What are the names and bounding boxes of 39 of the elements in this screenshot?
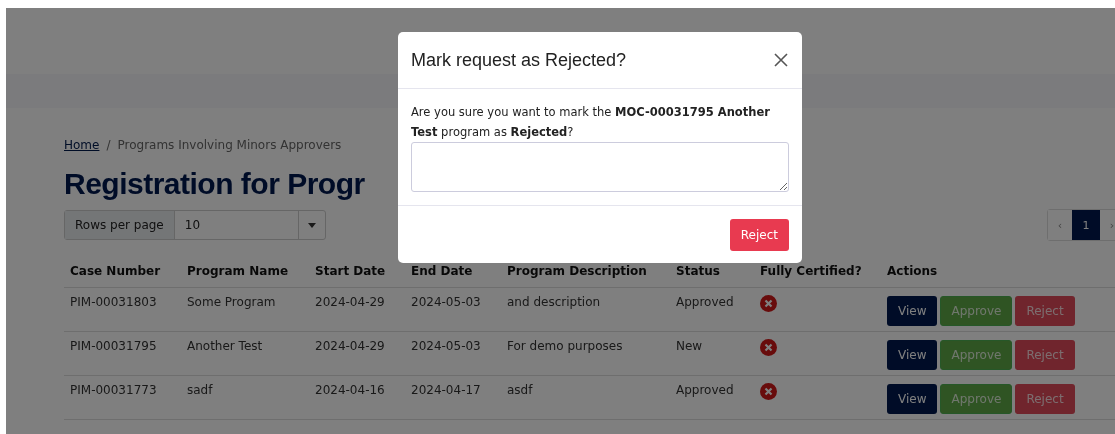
reject-button[interactable]: Reject — [729, 219, 789, 251]
table-cell: Another Test — [187, 339, 263, 353]
table-cell: sadf — [187, 383, 213, 397]
close-button[interactable] — [772, 51, 790, 69]
table-cell: New — [676, 339, 703, 353]
reason-field[interactable] — [411, 142, 789, 192]
confirmation-message: Are you sure you want to mark the MOC-00031795 Another Test program as Rejected? — [411, 104, 771, 141]
view-button[interactable]: View — [887, 384, 938, 414]
table-cell: 2024-05-03 — [411, 295, 481, 309]
column-header: Case Number — [64, 261, 181, 288]
table-cell: For demo purposes — [507, 339, 623, 353]
rows-per-page-label: Rows per page — [65, 211, 175, 239]
breadcrumb-separator: / — [106, 138, 111, 152]
page-title: Registration for Progr — [64, 166, 365, 202]
column-header: Actions — [881, 261, 1115, 288]
view-button[interactable]: View — [887, 296, 938, 326]
table-cell: 2024-05-03 — [411, 339, 481, 353]
table-cell: PIM-00031773 — [70, 383, 157, 397]
caret-icon — [308, 222, 316, 228]
table-cell: 2024-04-29 — [315, 295, 385, 309]
table-cell: 2024-04-16 — [315, 383, 385, 397]
table-cell: PIM-00031795 — [70, 339, 157, 353]
breadcrumb-current: Programs Involving Minors Approvers — [117, 138, 342, 152]
table-cell: and description — [507, 295, 601, 309]
column-header: Program Name — [181, 261, 309, 288]
table-cell: 2024-04-17 — [411, 383, 481, 397]
rows-per-page-value: 10 — [183, 217, 202, 234]
table-cell: Some Program — [187, 295, 276, 309]
modal-title: Mark request as Rejected? — [411, 49, 627, 71]
page-button[interactable]: 1 — [1072, 210, 1100, 240]
rows-per-page-select[interactable]: Rows per page 10 — [64, 210, 326, 240]
table-cell: Approved — [676, 295, 734, 309]
view-button[interactable]: View — [887, 340, 938, 370]
breadcrumb-link[interactable]: Home — [64, 138, 100, 152]
table-cell: PIM-00031803 — [70, 295, 157, 309]
close-icon — [774, 53, 788, 67]
table-cell: Approved — [676, 383, 734, 397]
table-cell: 2024-04-29 — [315, 339, 385, 353]
table-cell: asdf — [507, 383, 533, 397]
